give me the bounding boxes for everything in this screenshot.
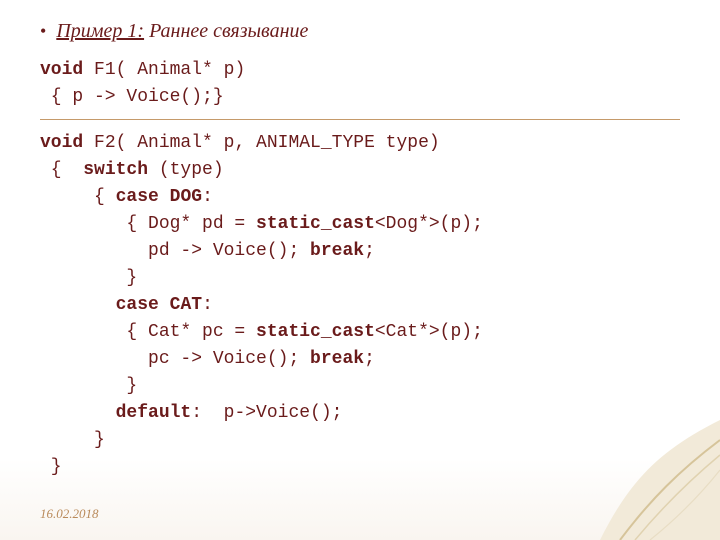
code-text: (type) bbox=[148, 160, 224, 180]
code-text: } bbox=[40, 376, 137, 396]
code-text: { bbox=[40, 187, 116, 207]
kw-cat: CAT bbox=[170, 295, 202, 315]
code-text: { p -> Voice();} bbox=[40, 87, 224, 107]
kw-default: default bbox=[116, 403, 192, 423]
kw-static-cast: static_cast bbox=[256, 214, 375, 234]
kw-void: void bbox=[40, 60, 83, 80]
kw-dog: DOG bbox=[170, 187, 202, 207]
kw-case: case bbox=[116, 187, 159, 207]
code-text: pd -> Voice(); bbox=[40, 241, 310, 261]
code-text: <Dog*>(p); bbox=[375, 214, 483, 234]
slide-title: Пример 1: Раннее связывание bbox=[56, 20, 308, 43]
kw-static-cast: static_cast bbox=[256, 322, 375, 342]
code-block-1: void F1( Animal* p) { p -> Voice();} bbox=[40, 57, 680, 111]
title-row: • Пример 1: Раннее связывание bbox=[40, 20, 680, 43]
code-text: pc -> Voice(); bbox=[40, 349, 310, 369]
code-text: : bbox=[202, 295, 213, 315]
slide: • Пример 1: Раннее связывание void F1( A… bbox=[0, 0, 720, 540]
code-text: { bbox=[40, 160, 83, 180]
divider bbox=[40, 119, 680, 120]
code-text: } bbox=[40, 268, 137, 288]
kw-switch: switch bbox=[83, 160, 148, 180]
code-text: F2( Animal* p, ANIMAL_TYPE type) bbox=[83, 133, 439, 153]
code-text: } bbox=[40, 457, 62, 477]
code-text: : bbox=[202, 187, 213, 207]
code-text: <Cat*>(p); bbox=[375, 322, 483, 342]
title-rest: Раннее связывание bbox=[144, 20, 308, 42]
code-text bbox=[40, 403, 116, 423]
code-text bbox=[159, 295, 170, 315]
page-number: 22 bbox=[667, 506, 680, 522]
footer: 16.02.2018 22 bbox=[40, 506, 680, 522]
code-text: } bbox=[40, 430, 105, 450]
kw-break: break bbox=[310, 241, 364, 261]
code-block-2: void F2( Animal* p, ANIMAL_TYPE type) { … bbox=[40, 130, 680, 481]
code-text: { Cat* pc = bbox=[40, 322, 256, 342]
code-text: { Dog* pd = bbox=[40, 214, 256, 234]
code-text bbox=[159, 187, 170, 207]
title-prefix: Пример 1: bbox=[56, 20, 144, 42]
code-text: : p->Voice(); bbox=[191, 403, 342, 423]
kw-break: break bbox=[310, 349, 364, 369]
kw-case: case bbox=[116, 295, 159, 315]
kw-void: void bbox=[40, 133, 83, 153]
code-text: F1( Animal* p) bbox=[83, 60, 245, 80]
code-text bbox=[40, 295, 116, 315]
bullet-icon: • bbox=[40, 22, 46, 40]
footer-date: 16.02.2018 bbox=[40, 506, 99, 522]
code-text: ; bbox=[364, 241, 375, 261]
code-text: ; bbox=[364, 349, 375, 369]
